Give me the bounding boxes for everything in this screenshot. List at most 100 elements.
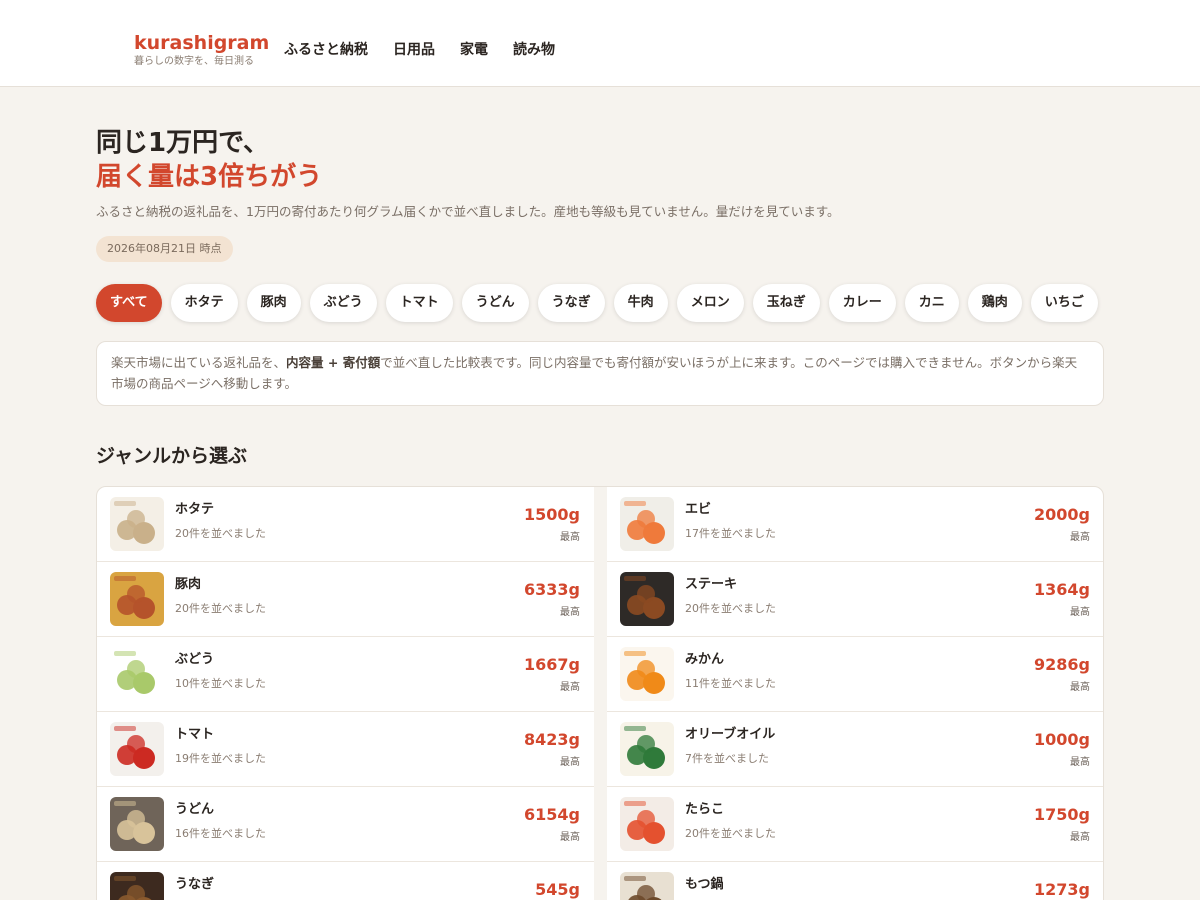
product-thumbnail <box>110 497 164 551</box>
genre-chip[interactable]: 豚肉 <box>246 284 301 322</box>
genre-chip[interactable]: うなぎ <box>537 284 605 322</box>
genre-max-label: 最高 <box>560 757 580 768</box>
genre-item-count: 11件を並べました <box>685 677 776 690</box>
site-header: kurashigram 暮らしの数字を、毎日測る ふるさと納税 日用品 家電 読… <box>0 0 1200 87</box>
genre-item-count: 20件を並べました <box>175 602 266 615</box>
genre-item-count: 20件を並べました <box>685 602 776 615</box>
genre-chip[interactable]: いちご <box>1030 284 1098 322</box>
genre-max-weight: 1273g <box>1034 880 1090 899</box>
genre-name: うなぎ <box>175 877 215 892</box>
genre-row[interactable]: たらこ 20件を並べました 1750g 最高 <box>607 787 1103 862</box>
genre-chip[interactable]: うどん <box>461 284 529 322</box>
product-thumbnail <box>620 722 674 776</box>
genre-chip[interactable]: カレー <box>828 284 896 322</box>
genre-max-weight: 8423g <box>524 730 580 749</box>
genre-name: ステーキ <box>685 577 738 592</box>
hero-title-line1: 同じ1万円で、 <box>96 128 270 158</box>
genre-max-weight: 6333g <box>524 580 580 599</box>
genre-row[interactable]: もつ鍋 1273g <box>607 862 1103 900</box>
genre-chip[interactable]: トマト <box>385 284 453 322</box>
genre-column-right: エビ 17件を並べました 2000g 最高 ステーキ 20件を並べました 1364g 最高 みか… <box>607 487 1103 900</box>
genre-item-count: 7件を並べました <box>685 752 769 765</box>
genre-chip[interactable]: ホタテ <box>170 284 238 322</box>
nav-link-daily-goods[interactable]: 日用品 <box>393 40 435 60</box>
genre-name: たらこ <box>685 802 725 817</box>
genre-item-count: 10件を並べました <box>175 677 266 690</box>
genre-name: うどん <box>175 802 215 817</box>
product-thumbnail <box>110 872 164 900</box>
genre-row[interactable]: うどん 16件を並べました 6154g 最高 <box>97 787 594 862</box>
genre-name: ぶどう <box>175 652 215 667</box>
genre-max-weight: 1750g <box>1034 805 1090 824</box>
genre-item-count: 16件を並べました <box>175 827 266 840</box>
genre-max-weight: 545g <box>535 880 580 899</box>
genre-row[interactable]: トマト 19件を並べました 8423g 最高 <box>97 712 594 787</box>
nav-link-reading[interactable]: 読み物 <box>513 40 555 60</box>
product-thumbnail <box>620 497 674 551</box>
genre-chip[interactable]: 玉ねぎ <box>752 284 820 322</box>
product-thumbnail <box>620 872 674 900</box>
hero-title: 同じ1万円で、 届く量は3倍ちがう <box>96 126 322 194</box>
genre-row[interactable]: うなぎ 545g <box>97 862 594 900</box>
genre-max-label: 最高 <box>1070 757 1090 768</box>
genre-max-weight: 1500g <box>524 505 580 524</box>
notice-box: 楽天市場に出ている返礼品を、内容量 + 寄付額で並べ直した比較表です。同じ内容量… <box>96 341 1104 406</box>
genre-row[interactable]: 豚肉 20件を並べました 6333g 最高 <box>97 562 594 637</box>
genre-max-label: 最高 <box>560 607 580 618</box>
genre-item-count: 20件を並べました <box>175 527 266 540</box>
section-title: ジャンルから選ぶ <box>96 445 248 467</box>
product-thumbnail <box>620 647 674 701</box>
genre-name: トマト <box>175 727 215 742</box>
genre-max-label: 最高 <box>560 832 580 843</box>
genre-chip[interactable]: すべて <box>96 284 162 322</box>
genre-row[interactable]: オリーブオイル 7件を並べました 1000g 最高 <box>607 712 1103 787</box>
genre-name: みかん <box>685 652 725 667</box>
genre-max-label: 最高 <box>560 682 580 693</box>
genre-row[interactable]: ホタテ 20件を並べました 1500g 最高 <box>97 487 594 562</box>
product-thumbnail <box>620 797 674 851</box>
genre-row[interactable]: ぶどう 10件を並べました 1667g 最高 <box>97 637 594 712</box>
genre-name: ホタテ <box>175 502 215 517</box>
genre-row[interactable]: みかん 11件を並べました 9286g 最高 <box>607 637 1103 712</box>
product-thumbnail <box>620 572 674 626</box>
nav-link-appliances[interactable]: 家電 <box>460 40 488 60</box>
genre-max-weight: 1000g <box>1034 730 1090 749</box>
genre-item-count: 19件を並べました <box>175 752 266 765</box>
brand-tagline: 暮らしの数字を、毎日測る <box>134 56 254 67</box>
genre-max-label: 最高 <box>560 532 580 543</box>
genre-name: 豚肉 <box>175 577 202 592</box>
genre-row[interactable]: エビ 17件を並べました 2000g 最高 <box>607 487 1103 562</box>
genre-item-count: 20件を並べました <box>685 827 776 840</box>
genre-chip[interactable]: ぶどう <box>309 284 377 322</box>
genre-name: エビ <box>685 502 712 517</box>
brand[interactable]: kurashigram 暮らしの数字を、毎日測る <box>134 32 269 68</box>
genre-max-weight: 1364g <box>1034 580 1090 599</box>
genre-max-label: 最高 <box>1070 682 1090 693</box>
hero-title-line2: 届く量は3倍ちがう <box>96 162 323 192</box>
main-nav: ふるさと納税 日用品 家電 読み物 <box>284 40 555 60</box>
product-thumbnail <box>110 647 164 701</box>
genre-name: もつ鍋 <box>685 877 724 892</box>
notice-text-before: 楽天市場に出ている返礼品を、 <box>111 355 287 370</box>
genre-filter-chips: すべて ホタテ 豚肉 ぶどう トマト うどん うなぎ 牛肉 メロン 玉ねぎ カレー カニ 鶏肉 いちご <box>96 284 1098 322</box>
genre-max-weight: 2000g <box>1034 505 1090 524</box>
product-thumbnail <box>110 722 164 776</box>
genre-chip[interactable]: 牛肉 <box>613 284 668 322</box>
product-thumbnail <box>110 797 164 851</box>
hero-description: ふるさと納税の返礼品を、1万円の寄付あたり何グラム届くかで並べ直しました。産地も… <box>96 204 840 219</box>
genre-chip[interactable]: メロン <box>676 284 744 322</box>
genre-name: オリーブオイル <box>685 727 776 742</box>
date-badge: 2026年08月21日 時点 <box>96 236 233 262</box>
genre-row[interactable]: ステーキ 20件を並べました 1364g 最高 <box>607 562 1103 637</box>
product-thumbnail <box>110 572 164 626</box>
genre-item-count: 17件を並べました <box>685 527 776 540</box>
genre-column-left: ホタテ 20件を並べました 1500g 最高 豚肉 20件を並べました 6333g 最高 ぶどう… <box>97 487 594 900</box>
genre-max-label: 最高 <box>1070 832 1090 843</box>
genre-chip[interactable]: カニ <box>904 284 959 322</box>
genre-max-weight: 6154g <box>524 805 580 824</box>
genre-max-weight: 9286g <box>1034 655 1090 674</box>
genre-chip[interactable]: 鶏肉 <box>967 284 1022 322</box>
brand-name[interactable]: kurashigram <box>134 32 269 54</box>
nav-link-furusato[interactable]: ふるさと納税 <box>284 40 368 60</box>
genre-max-label: 最高 <box>1070 532 1090 543</box>
